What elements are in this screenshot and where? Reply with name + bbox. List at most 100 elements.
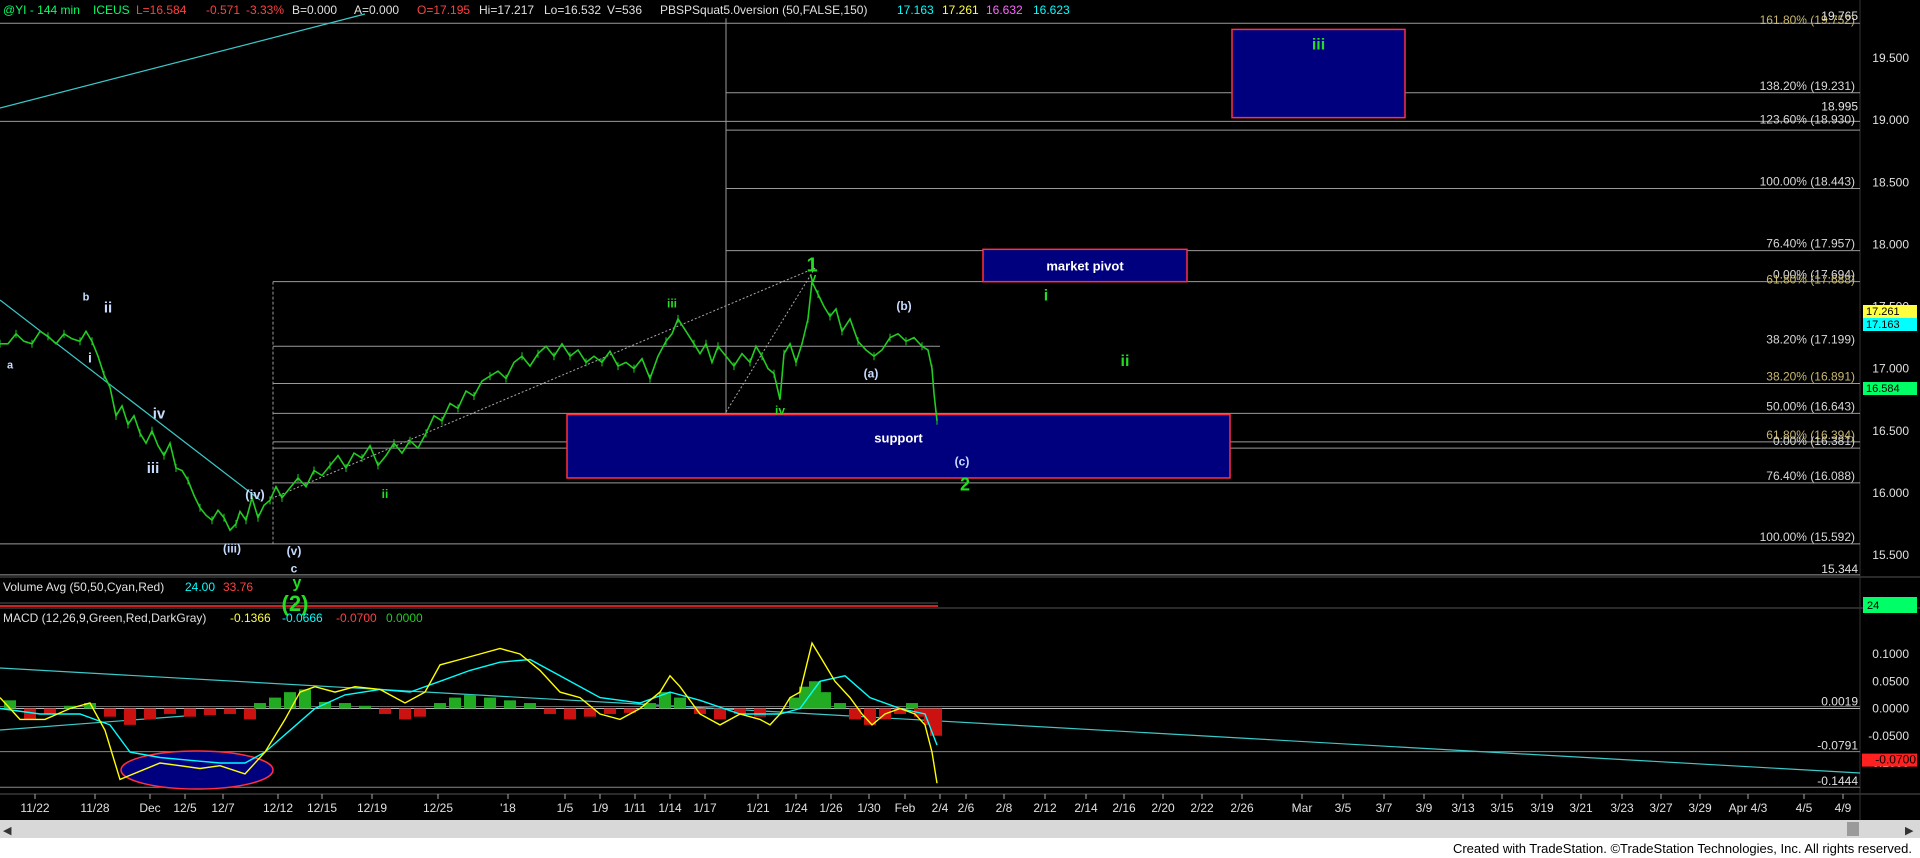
x-axis-tick: 1/26 xyxy=(819,801,843,815)
x-axis-tick: 4/9 xyxy=(1835,801,1852,815)
fib-label: 76.40% (16.088) xyxy=(1766,469,1855,483)
target-box-label: iii xyxy=(1312,36,1325,53)
wave-label: (iv) xyxy=(245,487,265,502)
x-axis-tick: '18 xyxy=(500,801,516,815)
macd-axis-tick: 0.0500 xyxy=(1872,674,1909,688)
x-axis-tick: 4/5 xyxy=(1796,801,1813,815)
macd-histogram-bar xyxy=(906,703,918,709)
x-axis-tick: 12/7 xyxy=(211,801,235,815)
macd-histogram-bar xyxy=(449,697,461,709)
ask-value: A=0.000 xyxy=(354,3,399,17)
macd-histogram-bar xyxy=(244,708,256,720)
wave-label: (a) xyxy=(864,366,879,380)
study-value-4: 16.623 xyxy=(1033,3,1070,17)
macd-histogram-bar xyxy=(44,708,56,714)
study-label: PBSPSquat5.0version (50,FALSE,150) xyxy=(660,3,867,17)
high-value: Hi=17.217 xyxy=(479,3,534,17)
fib-label: 138.20% (19.231) xyxy=(1760,79,1855,93)
bid-value: B=0.000 xyxy=(292,3,337,17)
x-axis-tick: 1/9 xyxy=(592,801,609,815)
x-axis-tick: 12/19 xyxy=(357,801,387,815)
x-axis-tick: 3/21 xyxy=(1569,801,1593,815)
scroll-left-icon: ◀ xyxy=(3,825,12,837)
price-level-label: 19.765 xyxy=(1821,9,1858,23)
footer-credit: Created with TradeStation. ©TradeStation… xyxy=(1452,841,1912,856)
macd-axis-tick: 0.0000 xyxy=(1872,702,1909,716)
macd-right-label: 0.0019 xyxy=(1821,694,1858,708)
x-axis-tick: 2/12 xyxy=(1033,801,1057,815)
x-axis-tick: 12/15 xyxy=(307,801,337,815)
wave-label: 2 xyxy=(960,474,970,494)
wave-label: a xyxy=(7,360,14,372)
macd-histogram-bar xyxy=(464,694,476,709)
study-value-2: 17.261 xyxy=(942,3,979,17)
study-value-3: 16.632 xyxy=(986,3,1023,17)
x-axis-tick: 11/22 xyxy=(20,801,49,815)
x-axis-tick: 2/14 xyxy=(1074,801,1098,815)
target-box xyxy=(566,413,1231,479)
volume-avg-2: 33.76 xyxy=(223,580,253,594)
wave-label: ii xyxy=(1121,353,1130,370)
wave-label: ii xyxy=(382,487,389,501)
macd-histogram-bar xyxy=(339,703,351,709)
wave-label: (v) xyxy=(287,544,302,558)
wave-label: iii xyxy=(667,297,677,311)
wave-label: (iii) xyxy=(223,542,241,556)
price-axis-tick: 16.000 xyxy=(1872,486,1909,500)
price-level-label: 18.995 xyxy=(1821,100,1858,114)
macd-right-label: -0.1444 xyxy=(1817,774,1858,788)
last-price-badge-1-text: 17.261 xyxy=(1866,306,1900,318)
x-axis-tick: 2/26 xyxy=(1230,801,1254,815)
macd-histogram-bar xyxy=(284,692,296,709)
price-axis-tick: 19.500 xyxy=(1872,51,1909,65)
macd-histogram-bar xyxy=(254,703,266,709)
fib-label: 38.20% (17.199) xyxy=(1766,332,1855,346)
fib-label: 100.00% (15.592) xyxy=(1760,530,1855,544)
exchange-label: ICEUS xyxy=(93,3,130,17)
macd-histogram-bar xyxy=(544,708,556,714)
wave-label: b xyxy=(83,291,90,303)
wave-label: (c) xyxy=(955,455,970,469)
price-level-label: 15.344 xyxy=(1821,562,1858,576)
macd-right-label: -0.0700 xyxy=(1875,753,1916,767)
x-axis-tick: Mar xyxy=(1292,801,1313,815)
x-axis-tick: 3/9 xyxy=(1416,801,1433,815)
macd-histogram-bar xyxy=(204,708,216,716)
symbol-label: @YI - 144 min xyxy=(3,3,80,17)
price-axis-tick: 18.000 xyxy=(1872,237,1909,251)
macd-histogram-bar xyxy=(164,708,176,714)
macd-histogram-bar xyxy=(484,697,496,709)
x-axis-tick: 2/6 xyxy=(958,801,975,815)
macd-histogram-bar xyxy=(504,700,516,709)
fib-label: 123.60% (18.930) xyxy=(1760,112,1855,126)
macd-histogram-bar xyxy=(359,705,371,709)
price-axis-tick: 15.500 xyxy=(1872,548,1909,562)
volume-right-value: 24 xyxy=(1867,600,1879,612)
macd-axis-tick: 0.1000 xyxy=(1872,647,1909,661)
x-axis-tick: 1/24 xyxy=(784,801,808,815)
price-chart[interactable]: 161.80% (19.752)138.20% (19.231)123.60% … xyxy=(0,0,1920,838)
wave-label: (b) xyxy=(896,299,911,313)
change-percent: -3.33% xyxy=(246,3,284,17)
x-axis-tick: 3/23 xyxy=(1610,801,1634,815)
x-axis-tick: 1/30 xyxy=(857,801,881,815)
macd-right-label: -0.0791 xyxy=(1817,739,1858,753)
macd-value-2: -0.0666 xyxy=(282,611,323,625)
wave-label: iv xyxy=(153,405,166,422)
volume-study-label: Volume Avg (50,50,Cyan,Red) xyxy=(3,580,164,594)
scroll-right-icon: ▶ xyxy=(1905,825,1914,837)
macd-value-3: -0.0700 xyxy=(336,611,377,625)
wave-label: iv xyxy=(775,404,785,418)
macd-histogram-bar xyxy=(124,708,136,725)
x-axis-tick: Feb xyxy=(895,801,916,815)
x-axis-tick: 2/8 xyxy=(996,801,1013,815)
macd-histogram-bar xyxy=(564,708,576,720)
open-value: O=17.195 xyxy=(417,3,470,17)
fib-label: 100.00% (18.443) xyxy=(1760,174,1855,188)
volume-value: V=536 xyxy=(607,3,642,17)
fib-label: 38.20% (16.891) xyxy=(1766,370,1855,384)
macd-histogram-bar xyxy=(224,708,236,714)
price-axis-tick: 16.500 xyxy=(1872,424,1909,438)
x-axis-tick: 3/29 xyxy=(1688,801,1712,815)
wave-label: ii xyxy=(104,300,112,317)
